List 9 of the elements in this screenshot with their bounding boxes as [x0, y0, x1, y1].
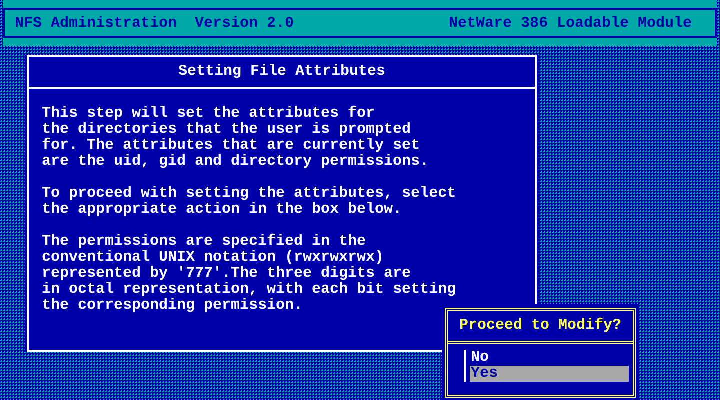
app-title: NFS Administration Version 2.0: [15, 14, 294, 32]
menu-title: Proceed to Modify?: [448, 311, 633, 344]
menu-item[interactable]: No: [470, 350, 629, 366]
menu-item[interactable]: Yes: [470, 366, 629, 382]
dialog-title: Setting File Attributes: [29, 57, 535, 89]
paragraph: The permissions are specified in the conventional UNIX notation (rwxrwxrwx) represented by '777'.The three digits are in octal representation, with each bit setting the corresponding permission.: [42, 234, 458, 314]
module-label: NetWare 386 Loadable Module: [448, 14, 692, 32]
paragraph: This step will set the attributes for the directories that the user is prompted for. The attributes that are currently set are the uid, gid and directory permissions.: [42, 106, 430, 170]
paragraph: To proceed with setting the attributes, select the appropriate action in the box below.: [42, 186, 458, 218]
